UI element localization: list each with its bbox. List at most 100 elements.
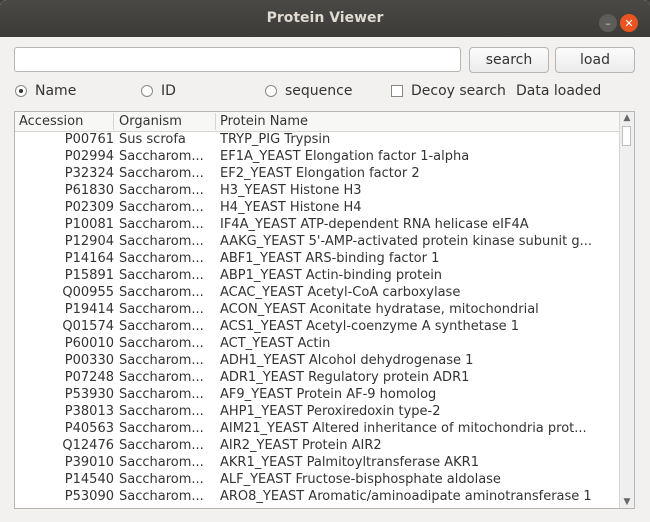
minimize-button[interactable]: – — [599, 14, 617, 32]
table-row[interactable]: P00761 Sus scrofa TRYP_PIG Trypsin — [15, 131, 620, 148]
organism-cell: Saccharom... — [119, 387, 204, 402]
accession-cell: P39010 — [64, 455, 114, 470]
organism-cell: Saccharom... — [119, 438, 204, 453]
protein-name-cell: H3_YEAST Histone H3 — [220, 183, 362, 198]
organism-cell: Saccharom... — [119, 319, 204, 334]
radio-button-selected[interactable] — [15, 85, 27, 97]
table-row[interactable]: P32324 Saccharom... EF2_YEAST Elongation f… — [15, 165, 620, 182]
decoy-search-label: Decoy search — [411, 83, 506, 99]
table-row[interactable]: P14540 Saccharom... ALF_YEAST Fructose-bis… — [15, 471, 620, 488]
table-row[interactable]: P12904 Saccharom... AAKG_YEAST 5'-AMP-acti… — [15, 233, 620, 250]
radio-sequence-option[interactable]: sequence — [265, 81, 352, 101]
table-row[interactable]: P53090 Saccharom... ARO8_YEAST Aromatic/am… — [15, 488, 620, 505]
accession-cell: Q00955 — [62, 285, 114, 300]
radio-sequence-label: sequence — [285, 83, 353, 99]
scrollbar-thumb[interactable] — [622, 126, 631, 146]
table-row[interactable]: P10081 Saccharom... IF4A_YEAST ATP-depende… — [15, 216, 620, 233]
search-input[interactable] — [14, 47, 461, 72]
protein-name-cell: ALF_YEAST Fructose-bisphosphate aldolase — [220, 472, 501, 487]
organism-cell: Saccharom... — [119, 285, 204, 300]
accession-cell: P32324 — [64, 166, 114, 181]
organism-cell: Saccharom... — [119, 149, 204, 164]
accession-cell: P12904 — [64, 234, 114, 249]
protein-name-cell: AIM21_YEAST Altered inheritance of mitoc… — [220, 421, 587, 436]
accession-cell: P14164 — [64, 251, 114, 266]
organism-cell: Sus scrofa — [119, 132, 186, 147]
title-bar[interactable]: Protein Viewer – ✕ — [0, 0, 650, 37]
protein-table[interactable]: Accession Organism Protein Name P00761 Su… — [14, 111, 635, 509]
table-row[interactable]: Q01574 Saccharom... ACS1_YEAST Acetyl-coen… — [15, 318, 620, 335]
table-row[interactable]: P39010 Saccharom... AKR1_YEAST Palmitoyltr… — [15, 454, 620, 471]
accession-cell: P40563 — [64, 421, 114, 436]
accession-cell: P19414 — [64, 302, 114, 317]
table-row[interactable]: P60010 Saccharom... ACT_YEAST Actin — [15, 335, 620, 352]
accession-cell: P00761 — [64, 132, 114, 147]
column-header-accession[interactable]: Accession — [15, 113, 114, 130]
close-button[interactable]: ✕ — [620, 14, 638, 32]
radio-name-label: Name — [35, 83, 77, 99]
protein-name-cell: AHP1_YEAST Peroxiredoxin type-2 — [220, 404, 441, 419]
protein-name-cell: ADR1_YEAST Regulatory protein ADR1 — [220, 370, 470, 385]
organism-cell: Saccharom... — [119, 302, 204, 317]
accession-cell: P14540 — [64, 472, 114, 487]
organism-cell: Saccharom... — [119, 200, 204, 215]
table-row[interactable]: P00330 Saccharom... ADH1_YEAST Alcohol deh… — [15, 352, 620, 369]
protein-name-cell: AKR1_YEAST Palmitoyltransferase AKR1 — [220, 455, 479, 470]
table-row[interactable]: Q00955 Saccharom... ACAC_YEAST Acetyl-CoA … — [15, 284, 620, 301]
accession-cell: P53090 — [64, 489, 114, 504]
protein-name-cell: ACS1_YEAST Acetyl-coenzyme A synthetase … — [220, 319, 519, 334]
table-row[interactable]: P14164 Saccharom... ABF1_YEAST ARS-binding… — [15, 250, 620, 267]
table-row[interactable]: Q12476 Saccharom... AIR2_YEAST Protein AIR… — [15, 437, 620, 454]
organism-cell: Saccharom... — [119, 472, 204, 487]
radio-name-option[interactable]: Name — [15, 81, 76, 101]
table-row[interactable]: P02994 Saccharom... EF1A_YEAST Elongation … — [15, 148, 620, 165]
organism-cell: Saccharom... — [119, 421, 204, 436]
organism-cell: Saccharom... — [119, 370, 204, 385]
table-row[interactable]: P53930 Saccharom... AF9_YEAST Protein AF-9… — [15, 386, 620, 403]
vertical-scrollbar[interactable]: ▲ ▼ — [619, 112, 634, 508]
accession-cell: P02309 — [64, 200, 114, 215]
table-row[interactable]: P02309 Saccharom... H4_YEAST Histone H4 — [15, 199, 620, 216]
accession-cell: P00330 — [64, 353, 114, 368]
protein-name-cell: ACT_YEAST Actin — [220, 336, 331, 351]
load-button[interactable]: load — [555, 47, 635, 73]
organism-cell: Saccharom... — [119, 336, 204, 351]
table-row[interactable]: P61830 Saccharom... H3_YEAST Histone H3 — [15, 182, 620, 199]
accession-cell: Q01574 — [62, 319, 114, 334]
search-button[interactable]: search — [469, 47, 549, 73]
accession-cell: P53930 — [64, 387, 114, 402]
decoy-search-checkbox[interactable]: Decoy search — [391, 81, 506, 101]
close-icon: ✕ — [624, 16, 634, 30]
table-row[interactable]: P15891 Saccharom... ABP1_YEAST Actin-bindi… — [15, 267, 620, 284]
protein-name-cell: ARO8_YEAST Aromatic/aminoadipate aminotr… — [220, 489, 592, 504]
scroll-up-icon[interactable]: ▲ — [620, 113, 634, 123]
status-label: Data loaded — [516, 83, 602, 99]
accession-cell: P07248 — [64, 370, 114, 385]
protein-name-cell: ADH1_YEAST Alcohol dehydrogenase 1 — [220, 353, 474, 368]
minimize-icon: – — [605, 16, 611, 30]
table-row[interactable]: P38013 Saccharom... AHP1_YEAST Peroxiredox… — [15, 403, 620, 420]
accession-cell: P15891 — [64, 268, 114, 283]
organism-cell: Saccharom... — [119, 166, 204, 181]
window-title: Protein Viewer — [266, 10, 384, 26]
protein-name-cell: ABP1_YEAST Actin-binding protein — [220, 268, 443, 283]
organism-cell: Saccharom... — [119, 217, 204, 232]
scroll-down-icon[interactable]: ▼ — [620, 497, 634, 507]
column-header-organism[interactable]: Organism — [115, 113, 216, 130]
table-row[interactable]: P07248 Saccharom... ADR1_YEAST Regulatory … — [15, 369, 620, 386]
column-header-protein-name[interactable]: Protein Name — [216, 113, 620, 130]
organism-cell: Saccharom... — [119, 489, 204, 504]
protein-name-cell: AIR2_YEAST Protein AIR2 — [220, 438, 382, 453]
table-row[interactable]: P19414 Saccharom... ACON_YEAST Aconitate h… — [15, 301, 620, 318]
protein-name-cell: AAKG_YEAST 5'-AMP-activated protein kina… — [220, 234, 593, 249]
protein-name-cell: AF9_YEAST Protein AF-9 homolog — [220, 387, 437, 402]
accession-cell: P60010 — [64, 336, 114, 351]
checkbox[interactable] — [391, 85, 403, 97]
radio-id-option[interactable]: ID — [141, 81, 176, 101]
accession-cell: P02994 — [64, 149, 114, 164]
table-row[interactable]: P40563 Saccharom... AIM21_YEAST Altered in… — [15, 420, 620, 437]
protein-name-cell: EF2_YEAST Elongation factor 2 — [220, 166, 420, 181]
radio-id-label: ID — [161, 83, 176, 99]
radio-button[interactable] — [141, 85, 153, 97]
radio-button[interactable] — [265, 85, 277, 97]
